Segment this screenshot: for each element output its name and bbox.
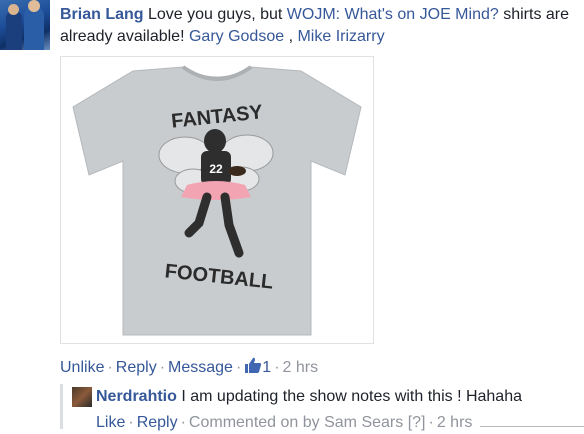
thumbs-up-icon[interactable] <box>244 356 262 381</box>
reply-timestamp[interactable]: 2 hrs <box>437 414 473 431</box>
comment-text-part1: Love you guys, but <box>143 6 287 23</box>
jersey-number: 22 <box>209 162 223 176</box>
timestamp[interactable]: 2 hrs <box>283 359 319 376</box>
comment-body: Brian Lang Love you guys, but WOJM: What… <box>60 4 580 48</box>
reply-avatar[interactable] <box>72 387 92 407</box>
avatar[interactable] <box>0 0 50 50</box>
reply-author-link[interactable]: Nerdrahtio <box>96 388 177 405</box>
tag-link-mike[interactable]: Mike Irizarry <box>297 28 384 45</box>
divider <box>480 426 584 427</box>
commented-on-by[interactable]: Commented on by Sam Sears <box>189 414 403 431</box>
reply-actions: Like · Reply · Commented on by Sam Sears [?]… <box>96 414 473 431</box>
unlike-link[interactable]: Unlike <box>60 359 104 376</box>
reply-like-link[interactable]: Like <box>96 414 125 431</box>
tshirt-image: FANTASY 22 FOOTBALL <box>72 65 362 336</box>
reference-marker[interactable]: [?] <box>408 414 426 431</box>
comment-author-link[interactable]: Brian Lang <box>60 6 144 23</box>
reply-thread-line <box>60 384 63 429</box>
reply-link[interactable]: Reply <box>116 359 157 376</box>
message-link[interactable]: Message <box>168 359 233 376</box>
like-count[interactable]: 1 <box>262 359 271 376</box>
reply-reply-link[interactable]: Reply <box>137 414 178 431</box>
tag-link-gary[interactable]: Gary Godsoe <box>189 28 284 45</box>
comment-actions: Unlike · Reply · Message · 1 · 2 hrs <box>60 356 318 381</box>
page-link[interactable]: WOJM: What's on JOE Mind? <box>287 6 499 23</box>
attached-image[interactable]: FANTASY 22 FOOTBALL <box>60 56 374 344</box>
reply-body: Nerdrahtio I am updating the show notes … <box>96 386 576 408</box>
reply-text: I am updating the show notes with this !… <box>176 388 522 405</box>
tag-separator: , <box>284 28 298 45</box>
